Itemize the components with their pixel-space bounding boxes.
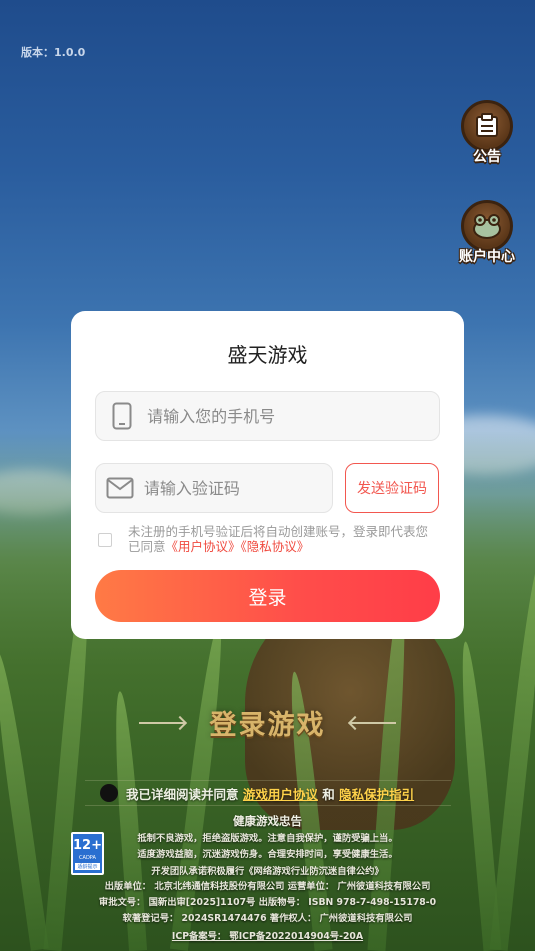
- privacy-guide-link[interactable]: 隐私保护指引: [339, 787, 414, 802]
- game-agreement-text: 我已详细阅读并同意 游戏用户协议 和 隐私保护指引: [126, 784, 414, 803]
- health-advice-line: 适度游戏益脑，沉迷游戏伤身。合理安排时间，享受健康生活。: [137, 849, 398, 860]
- login-dialog: 盛天游戏 发送验证码 未注册的手机号验证后将自动创建账号，登录即代表您已同意《用…: [71, 311, 464, 639]
- privacy-agreement-link[interactable]: 《隐私协议》: [241, 539, 310, 554]
- user-agreement-link[interactable]: 《用户协议》: [166, 539, 241, 554]
- version-label: 版本：1.0.0: [21, 46, 86, 59]
- announcement-button[interactable]: 公告: [457, 100, 517, 166]
- frog-avatar-icon: [461, 200, 513, 252]
- phone-icon: [96, 392, 147, 440]
- login-button[interactable]: 登录: [95, 570, 440, 622]
- code-input[interactable]: [143, 478, 332, 498]
- icp-link[interactable]: ICP备案号： 鄂ICP备2022014904号-20A: [0, 928, 535, 942]
- dialog-title: 盛天游戏: [227, 343, 308, 367]
- game-user-agreement-link[interactable]: 游戏用户协议: [243, 787, 318, 802]
- phone-input[interactable]: [147, 406, 439, 426]
- agreement-text: 未注册的手机号验证后将自动创建账号，登录即代表您已同意《用户协议》《隐私协议》: [128, 524, 438, 554]
- health-advice-title: 健康游戏忠告: [233, 814, 302, 828]
- agreement-checkbox[interactable]: [98, 533, 112, 547]
- agreement-row: 未注册的手机号验证后将自动创建账号，登录即代表您已同意《用户协议》《隐私协议》: [98, 524, 438, 554]
- copyright-line: 软著登记号： 2024SR1474476 著作权人： 广州彼道科技有限公司: [122, 913, 413, 924]
- code-field: [95, 463, 333, 513]
- announcement-label: 公告: [473, 149, 501, 165]
- publisher-line: 出版单位： 北京北纬通信科技股份有限公司 运营单位： 广州彼道科技有限公司: [104, 881, 431, 892]
- game-agreement-radio[interactable]: [100, 784, 118, 802]
- game-agreement-prefix: 我已详细阅读并同意: [126, 786, 239, 802]
- game-agreement-and: 和: [322, 786, 335, 802]
- game-agreement-bar: 我已详细阅读并同意 游戏用户协议 和 隐私保护指引: [85, 780, 451, 806]
- anti-addiction-line: 开发团队承诺积极履行《网络游戏行业防沉迷自律公约》: [151, 866, 384, 877]
- announcement-icon: [461, 100, 513, 152]
- account-center-label: 账户中心: [459, 249, 515, 265]
- phone-field: [95, 391, 440, 441]
- mail-icon: [96, 464, 144, 512]
- health-advice-line: 抵制不良游戏，拒绝盗版游戏。注意自我保护，谨防受骗上当。: [137, 833, 398, 844]
- arrow-left-icon: [350, 722, 396, 724]
- game-login-label: 登录游戏: [209, 710, 326, 741]
- send-code-button[interactable]: 发送验证码: [345, 463, 439, 513]
- account-center-button[interactable]: 账户中心: [457, 200, 517, 266]
- approval-line: 审批文号： 国新出审[2025]1107号 出版物号： ISBN 978-7-4…: [98, 897, 437, 908]
- game-login-button[interactable]: 登录游戏: [0, 703, 535, 742]
